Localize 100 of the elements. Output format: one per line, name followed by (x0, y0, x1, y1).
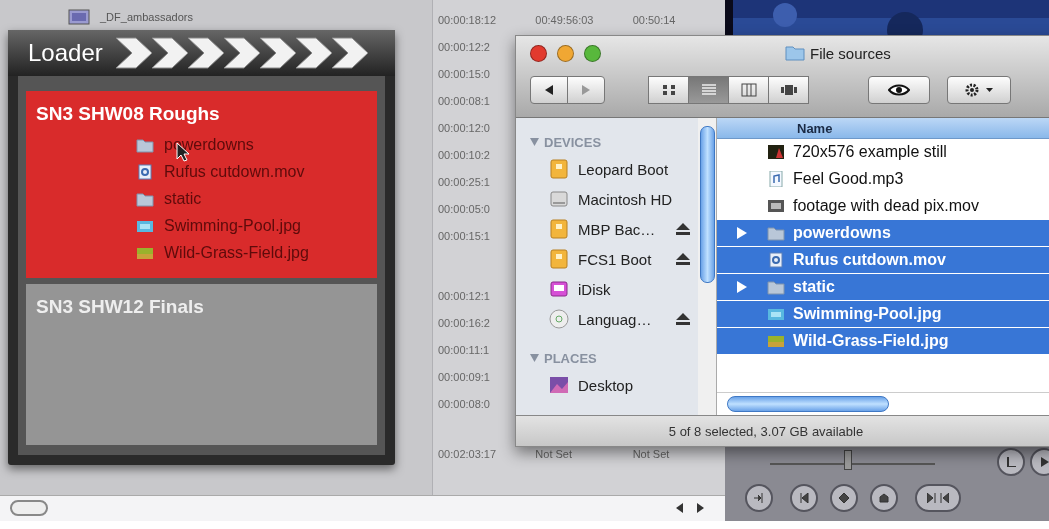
forward-icon (581, 85, 591, 95)
movie-icon (767, 252, 785, 268)
back-button[interactable] (530, 76, 568, 104)
timecode-cell-text: 00:00:16:2 (437, 316, 491, 329)
sidebar-heading: PLACES (544, 350, 597, 366)
bin-item[interactable]: Rufus cutdown.mov (164, 162, 305, 181)
sequence-name: _DF_ambassadors (100, 11, 193, 23)
panel-title: Loader (28, 39, 103, 67)
bin-card[interactable]: SN3 SHW08 Roughs powerdowns Rufus cutdown.mov static Swimming-Pool.jpg Wild-Grass-Field.jpg (26, 91, 377, 278)
status-text: 5 of 8 selected, 3.07 GB available (668, 423, 864, 439)
quick-look-button[interactable] (868, 76, 930, 104)
zoom-button[interactable] (584, 44, 601, 62)
timecode-cell-text: 00:00:10:2 (437, 148, 491, 161)
timecode-cell-text: 00:02:03:17 (437, 447, 498, 460)
disclosure-triangle-icon[interactable] (530, 138, 539, 146)
minimize-button[interactable] (557, 44, 574, 62)
timecode-cell-text: 00:00:18:12 (437, 13, 498, 26)
drive-icon (548, 158, 570, 180)
file-row[interactable]: powerdowns (717, 220, 1049, 246)
sidebar-heading: DEVICES (544, 134, 602, 150)
bin-item[interactable]: Wild-Grass-Field.jpg (164, 243, 309, 262)
scroll-bar[interactable] (698, 118, 716, 415)
column-view-icon (740, 83, 757, 97)
sidebar-item[interactable]: Leopard Boot (578, 160, 690, 178)
gear-icon (964, 82, 994, 98)
sidebar-item[interactable]: iDisk (578, 280, 690, 298)
eject-icon[interactable] (676, 313, 690, 325)
folder-icon (767, 279, 785, 295)
eject-icon[interactable] (676, 253, 690, 265)
drive-icon (548, 248, 570, 270)
bin-title: SN3 SHW12 Finals (36, 296, 205, 318)
timecode-cell-text: 00:00:15:1 (437, 229, 491, 242)
view-mode-button[interactable] (768, 76, 809, 104)
file-row[interactable]: Rufus cutdown.mov (717, 247, 1049, 273)
sidebar-item[interactable]: FCS1 Boot (578, 250, 668, 268)
forward-button[interactable] (567, 76, 605, 104)
bin-item[interactable]: static (164, 189, 202, 208)
sidebar-item[interactable]: Desktop (578, 376, 690, 394)
slider-thumb[interactable] (843, 450, 852, 470)
movie-icon (136, 163, 154, 180)
play-icon (1039, 457, 1049, 467)
drive-icon (548, 218, 570, 240)
mark-in-icon (754, 493, 764, 503)
timecode-cell-text: 00:00:11:1 (437, 343, 491, 356)
timecode-cell-text: 00:00:15:0 (437, 67, 491, 80)
back-icon (544, 85, 554, 95)
image-icon (767, 144, 785, 160)
transport-button[interactable] (870, 484, 898, 512)
transport-button[interactable] (790, 484, 818, 512)
folder-icon (785, 45, 805, 61)
sidebar-item[interactable]: Macintosh HD (578, 190, 690, 208)
eject-icon[interactable] (676, 223, 690, 235)
timecode-cell-text: Not Set (534, 447, 573, 460)
window-title: File sources (810, 44, 891, 62)
file-row[interactable]: static (717, 274, 1049, 300)
sidebar-item[interactable]: MBP Bac… (578, 220, 668, 238)
disclosure-triangle-icon[interactable] (737, 281, 747, 293)
view-mode-button[interactable] (648, 76, 689, 104)
image-icon (767, 333, 785, 349)
bin-card[interactable]: SN3 SHW12 Finals (26, 284, 377, 445)
transport-button[interactable] (745, 484, 773, 512)
disclosure-triangle-icon[interactable] (530, 354, 539, 362)
timecode-cell-text: Not Set (631, 447, 671, 460)
scroll-thumb[interactable] (10, 500, 48, 516)
previous-icon (799, 493, 809, 503)
close-button[interactable] (530, 44, 547, 62)
file-row[interactable]: Swimming-Pool.jpg (717, 301, 1049, 327)
timecode-cell-text: 00:50:14 (631, 13, 677, 26)
transport-button[interactable] (915, 484, 961, 512)
bin-title: SN3 SHW08 Roughs (36, 103, 221, 125)
mark-button[interactable] (997, 448, 1025, 476)
folder-icon (136, 136, 154, 153)
video-file-icon (767, 198, 785, 214)
cover-flow-icon (780, 83, 797, 97)
timecode-cell-text: 00:49:56:03 (534, 13, 595, 26)
bin-item[interactable]: Swimming-Pool.jpg (164, 216, 301, 235)
sequence-icon (68, 8, 90, 26)
scroll-bar[interactable] (0, 495, 725, 521)
timecode-cell-text: 00:00:12:0 (437, 121, 491, 134)
timecode-cell-text: 00:00:05:0 (437, 202, 491, 215)
image-icon (767, 306, 785, 322)
disclosure-triangle-icon[interactable] (737, 227, 747, 239)
jog-slider[interactable] (770, 449, 935, 471)
file-row[interactable]: Wild-Grass-Field.jpg (717, 328, 1049, 354)
timecode-cell-text: 00:00:08:0 (437, 397, 491, 410)
timecode-cell-text: 00:00:25:1 (437, 175, 491, 188)
music-file-icon (767, 171, 785, 187)
bin-item[interactable]: powerdowns (164, 135, 254, 154)
timecode-cell-text: 00:00:12:1 (437, 289, 491, 302)
view-mode-button[interactable] (728, 76, 769, 104)
action-menu-button[interactable] (947, 76, 1011, 104)
diamond-icon (839, 493, 849, 503)
desktop-icon (548, 374, 570, 396)
transport-button[interactable] (830, 484, 858, 512)
folder-icon (767, 225, 785, 241)
icon-view-icon (660, 83, 677, 97)
sidebar-item[interactable]: Languag… (578, 310, 668, 328)
column-header[interactable]: Name (717, 118, 1049, 139)
timecode-cell-text: 00:00:08:1 (437, 94, 491, 107)
folder-icon (136, 190, 154, 207)
